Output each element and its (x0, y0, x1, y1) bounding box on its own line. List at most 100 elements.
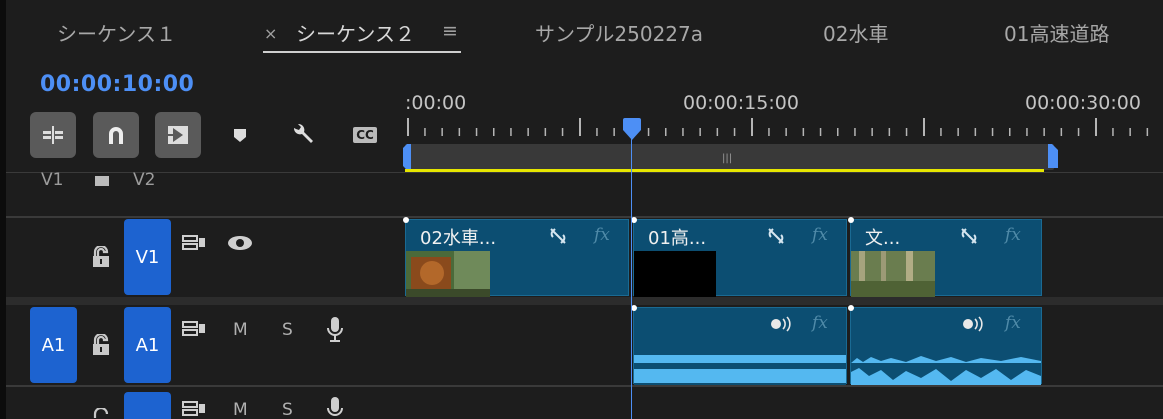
video-audio-divider (0, 297, 1163, 305)
ruler-tick (1095, 118, 1097, 136)
v1-track-target[interactable]: V1 (124, 219, 171, 295)
ruler-tick (544, 128, 547, 136)
tab-waterwheel[interactable]: 02水車 (823, 18, 888, 47)
a2-track-target[interactable] (124, 392, 171, 419)
a2-voiceover-mic-icon[interactable] (326, 396, 344, 419)
clip-name: 02水車... (420, 228, 497, 249)
clip-start-mark (848, 305, 854, 311)
wrench-settings-icon[interactable] (280, 112, 326, 158)
ruler-tick (493, 128, 495, 136)
tab-sample[interactable]: サンプル250227a (535, 18, 703, 47)
v1-lock-icon[interactable] (90, 246, 112, 268)
ruler-tick (596, 128, 598, 136)
ruler-tick (424, 128, 426, 136)
ruler-tick (854, 128, 856, 136)
a1-sync-lock-icon[interactable] (182, 320, 206, 338)
track-label-v1-top: V1 (41, 170, 64, 190)
ruler-tick (510, 128, 512, 136)
ruler-tick (682, 128, 684, 136)
ruler-tick (407, 118, 409, 136)
fx-badge[interactable]: fx (1005, 313, 1021, 333)
ruler-tick (751, 118, 753, 136)
ruler-tick (579, 118, 581, 136)
clip-thumbnail-forest (851, 251, 935, 297)
a2-solo-button[interactable]: S (282, 400, 293, 419)
active-tab-underline (263, 51, 461, 53)
tab-menu-icon[interactable]: ≡ (442, 20, 458, 42)
ruler-tick (716, 128, 719, 136)
ruler-tick (819, 128, 822, 136)
track-separator-a2 (0, 385, 1163, 387)
audio-clip-1[interactable]: fx (631, 305, 847, 385)
ruler-tick (699, 128, 701, 136)
work-area-end-handle[interactable] (1046, 144, 1060, 170)
video-clip-highway[interactable]: 01高... fx (631, 217, 847, 297)
ruler-tick (527, 128, 529, 136)
ruler-tick (802, 128, 805, 136)
ruler-tick (923, 118, 925, 136)
video-clip-waterwheel[interactable]: 02水車... fx (403, 217, 629, 297)
ruler-tick (905, 128, 908, 136)
ruler-tick (647, 128, 650, 136)
ruler-tick (991, 128, 994, 136)
a2-sync-lock-icon[interactable] (182, 400, 206, 418)
ruler-tick (1077, 128, 1080, 136)
ruler-tick (613, 128, 615, 136)
fx-badge[interactable]: fx (812, 313, 828, 333)
v1-eye-icon[interactable] (226, 234, 254, 252)
sequence-tab-bar: シーケンス１ × シーケンス２ ≡ サンプル250227a 02水車 01高速道… (0, 0, 1163, 62)
timeline-panel: シーケンス１ × シーケンス２ ≡ サンプル250227a 02水車 01高速道… (0, 0, 1163, 419)
audio-clip-2[interactable]: fx (848, 305, 1042, 385)
ruler-tick (733, 128, 736, 136)
ruler-tick (940, 128, 942, 136)
ruler-tick (475, 128, 478, 136)
a1-source-patch[interactable]: A1 (30, 307, 77, 383)
ruler-tick (1129, 128, 1131, 136)
a2-lock-icon[interactable] (90, 408, 112, 419)
playhead-line[interactable] (631, 128, 632, 419)
tab-sequence-2[interactable]: シーケンス２ (296, 18, 415, 47)
a1-lock-icon[interactable] (90, 334, 112, 356)
link-broken-icon (550, 228, 566, 244)
playhead-handle[interactable] (621, 118, 643, 142)
a1-mute-button[interactable]: M (233, 320, 248, 340)
tab-highway[interactable]: 01高速道路 (1004, 18, 1109, 47)
clip-start-mark (403, 217, 409, 223)
clip-thumbnail-highway (634, 251, 716, 297)
ruler-tick (785, 128, 787, 136)
clip-thumbnail-waterwheel (406, 251, 490, 297)
video-clip-text[interactable]: 文... fx (848, 217, 1042, 297)
audio-voice-icon (963, 316, 983, 332)
lock-icon[interactable] (92, 170, 112, 186)
a1-solo-button[interactable]: S (282, 320, 293, 340)
link-broken-icon (768, 228, 784, 244)
ruler-tick (768, 128, 770, 136)
work-area-start-handle[interactable] (401, 144, 413, 170)
clip-name: 01高... (648, 228, 707, 249)
a2-mute-button[interactable]: M (233, 400, 248, 419)
linked-selection-icon (155, 112, 201, 158)
tab-close-icon[interactable]: × (264, 24, 277, 43)
insert-sequence-nest-icon (30, 112, 76, 158)
track-separator (0, 216, 1163, 218)
audio-waveform (634, 352, 846, 385)
playhead-timecode[interactable]: 00:00:10:00 (40, 72, 194, 97)
fx-badge[interactable]: fx (594, 225, 610, 245)
a1-voiceover-mic-icon[interactable] (326, 316, 344, 344)
fx-badge[interactable]: fx (812, 225, 828, 245)
a1-track-target[interactable]: A1 (124, 307, 171, 383)
ruler-tick (888, 128, 891, 136)
add-marker-icon[interactable] (217, 112, 263, 158)
ruler-tick (1112, 128, 1114, 136)
tab-sequence-1[interactable]: シーケンス１ (57, 18, 176, 47)
fx-badge[interactable]: fx (1005, 225, 1021, 245)
ruler-label-0: :00:00 (405, 92, 467, 114)
snap-magnet-icon (93, 112, 139, 158)
ruler-tick (1060, 128, 1063, 136)
ruler-ticks (407, 118, 1149, 136)
v1-sync-lock-icon[interactable] (182, 234, 206, 252)
header-divider (0, 172, 1163, 173)
ruler-label-30: 00:00:30:00 (1025, 92, 1141, 114)
ruler-tick (837, 128, 839, 136)
captions-icon[interactable]: CC (342, 112, 388, 158)
